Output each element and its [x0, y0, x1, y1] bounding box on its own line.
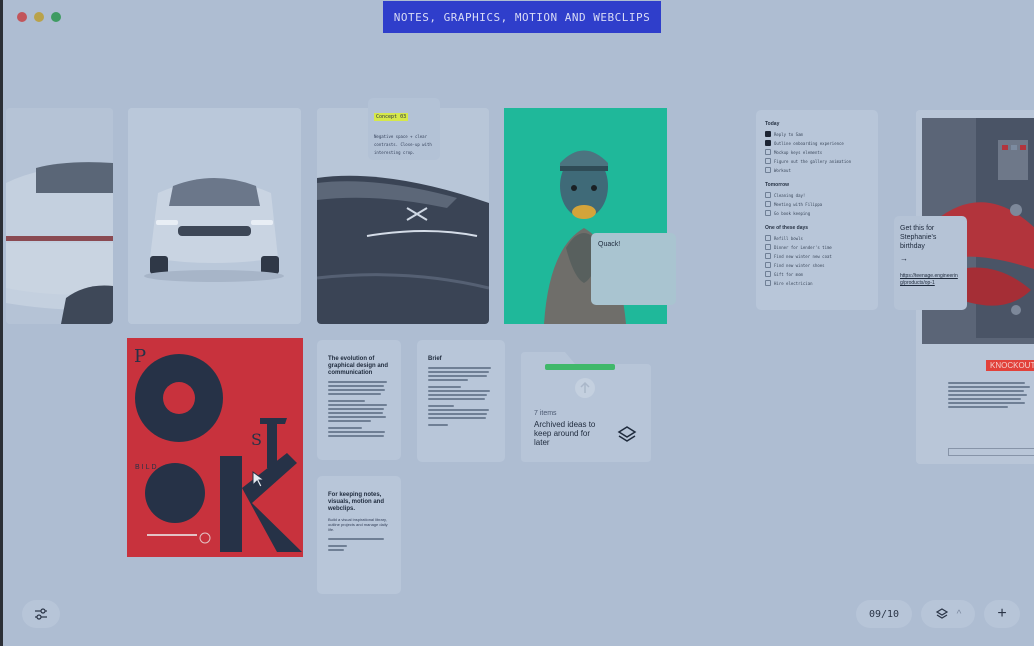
sliders-icon [35, 608, 47, 620]
doc-evolution-body [328, 381, 390, 437]
checkbox[interactable] [765, 244, 771, 250]
checkbox[interactable] [765, 167, 771, 173]
todo-sections: Today Reply to Sam Outline onboarding expe… [765, 121, 869, 286]
checkbox[interactable] [765, 192, 771, 198]
stack-icon [935, 608, 948, 619]
todo-item[interactable]: Hire electrician [765, 280, 869, 286]
doc-brief-body [428, 367, 494, 426]
layers-toggle-button[interactable]: ^ [921, 600, 975, 628]
todo-item-label: Go book keeping [774, 210, 811, 216]
todo-section-title: Tomorrow [765, 182, 790, 188]
concept-text: Negative space + clear contrasts. Close-… [374, 134, 432, 155]
concept-note[interactable]: Concept 03 Negative space + clear contra… [368, 98, 440, 160]
todo-item-label: Figure out the gallery animation [774, 158, 852, 164]
poster-letter-p: P [134, 346, 147, 367]
todo-item[interactable]: Refill bowls [765, 235, 869, 241]
todo-item-label: Refill bowls [774, 235, 803, 241]
folder-label: Archived ideas to keep around for later [534, 420, 596, 447]
poster-small-text: BILD [135, 464, 159, 471]
todo-item-label: Hire electrician [774, 280, 813, 286]
doc-evolution[interactable]: The evolution of graphical design and co… [317, 340, 401, 460]
checkbox[interactable] [765, 271, 771, 277]
arrow-right-icon: → [900, 254, 908, 263]
chevron-up-icon: ^ [956, 608, 962, 620]
todo-item-label: Dinner for Lender's time [774, 244, 832, 250]
poster-image[interactable]: P S BILD [127, 338, 303, 557]
minimize-window-button[interactable] [34, 12, 44, 22]
todo-item-label: Find new winter shoes [774, 262, 825, 268]
checkbox[interactable] [765, 262, 771, 268]
poster-illustration [127, 338, 303, 557]
quack-note[interactable]: Quack! [591, 233, 676, 305]
concept-tag: Concept 03 [374, 113, 409, 121]
todo-item[interactable]: Cleaning day! [765, 192, 869, 198]
todo-section-title: One of these days [765, 225, 809, 231]
folder-count: 7 items [534, 410, 557, 417]
gift-link[interactable]: https://teenage.engineering/products/op-… [900, 273, 961, 287]
layers-icon [617, 426, 637, 442]
car-side-illustration [6, 108, 113, 324]
todo-item[interactable]: Find new winter shoes [765, 262, 869, 268]
todo-item[interactable]: Reply to Sam [765, 131, 869, 137]
add-item-button[interactable]: + [984, 600, 1020, 628]
doc-keeping-title: For keeping notes, visuals, motion and w… [328, 492, 385, 512]
todo-item-label: Reply to Sam [774, 131, 803, 137]
checkbox[interactable] [765, 149, 771, 155]
synth-footer-bar [948, 448, 1034, 456]
todo-item[interactable]: Mockup keys elements [765, 149, 869, 155]
poster-letter-s: S [251, 430, 262, 449]
todo-item-label: Workout [774, 167, 791, 173]
todo-item[interactable]: Workout [765, 167, 869, 173]
doc-keeping-notes[interactable]: For keeping notes, visuals, motion and w… [317, 476, 401, 594]
quack-text: Quack! [598, 241, 621, 248]
checkbox[interactable] [765, 158, 771, 164]
todo-item-label: Gift for mom [774, 271, 803, 277]
todo-item[interactable]: Meeting with Filippa [765, 201, 869, 207]
todo-item-label: Meeting with Filippa [774, 201, 823, 207]
todo-section-title: Today [765, 121, 780, 127]
spec-text-block [948, 380, 1034, 410]
checkbox[interactable] [765, 140, 771, 146]
todo-item-label: Cleaning day! [774, 192, 806, 198]
doc-keeping-subtitle: Build a visual inspirational library, ou… [328, 517, 388, 532]
todo-list[interactable]: Today Reply to Sam Outline onboarding expe… [756, 110, 878, 310]
car-front-image[interactable] [128, 108, 301, 324]
todo-item[interactable]: Figure out the gallery animation [765, 158, 869, 164]
doc-brief[interactable]: Brief [417, 340, 505, 462]
checkbox[interactable] [765, 201, 771, 207]
todo-item[interactable]: Go book keeping [765, 210, 869, 216]
knockout-badge: KNOCKOUT [986, 360, 1034, 371]
todo-item[interactable]: Find new winter new coat [765, 253, 869, 259]
todo-item-label: Mockup keys elements [774, 149, 823, 155]
app-window: NOTES, GRAPHICS, MOTION AND WEBCLIPS Con… [0, 0, 1034, 646]
zoom-window-button[interactable] [51, 12, 61, 22]
car-front-illustration [128, 108, 301, 324]
checkbox[interactable] [765, 131, 771, 137]
gift-note[interactable]: Get this for Stephanie's birthday → http… [894, 216, 967, 310]
checkbox[interactable] [765, 280, 771, 286]
doc-evolution-title: The evolution of graphical design and co… [328, 356, 389, 376]
doc-brief-title: Brief [428, 356, 442, 362]
archive-folder[interactable]: 7 items Archived ideas to keep around fo… [521, 350, 651, 462]
todo-item-label: Find new winter new coat [774, 253, 832, 259]
checkbox[interactable] [765, 210, 771, 216]
cursor-pointer-icon [252, 471, 266, 488]
todo-item-label: Outline onboarding experience [774, 140, 844, 146]
todo-item[interactable]: Outline onboarding experience [765, 140, 869, 146]
page-counter: 09/10 [856, 600, 912, 628]
close-window-button[interactable] [17, 12, 27, 22]
settings-button[interactable] [22, 600, 60, 628]
todo-item[interactable]: Gift for mom [765, 271, 869, 277]
checkbox[interactable] [765, 235, 771, 241]
window-controls [17, 12, 61, 22]
todo-item[interactable]: Dinner for Lender's time [765, 244, 869, 250]
gift-text: Get this for Stephanie's birthday [900, 225, 937, 250]
checkbox[interactable] [765, 253, 771, 259]
car-side-image[interactable] [6, 108, 113, 324]
window-title: NOTES, GRAPHICS, MOTION AND WEBCLIPS [383, 1, 661, 33]
